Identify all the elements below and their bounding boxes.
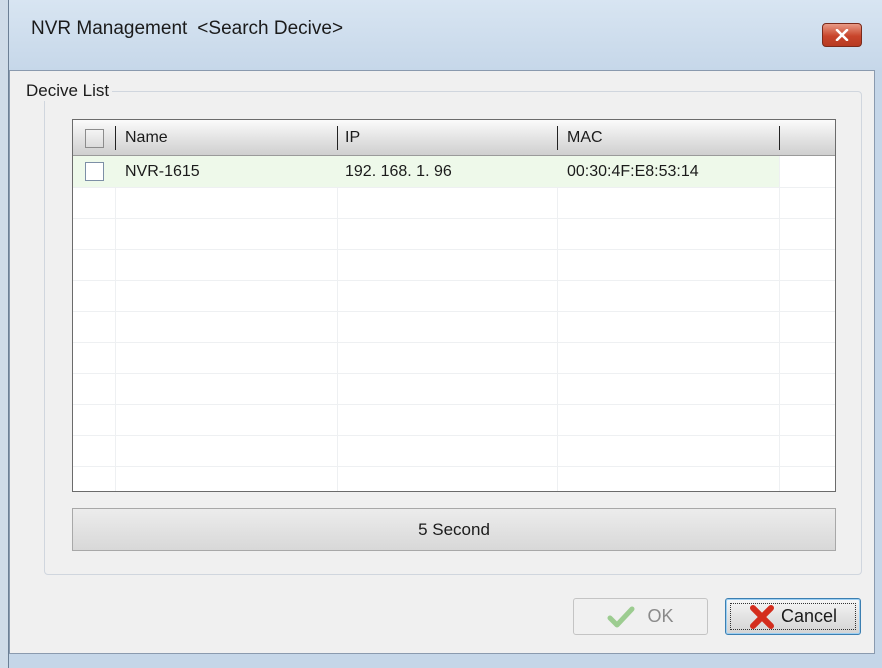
table-row[interactable]: NVR-1615 192. 168. 1. 96 00:30:4F:E8:53:… — [73, 156, 779, 187]
grid-line — [73, 435, 835, 436]
select-all-checkbox[interactable] — [85, 128, 104, 148]
device-list-table[interactable]: Name IP MAC NVR-1615 192. 168. 1. 96 00:… — [72, 119, 836, 492]
grid-line — [73, 404, 835, 405]
grid-line — [73, 280, 835, 281]
grid-line — [73, 342, 835, 343]
cancel-button[interactable]: Cancel — [725, 598, 861, 635]
checkmark-icon — [607, 605, 635, 629]
grid-line — [779, 156, 780, 491]
column-divider[interactable] — [115, 126, 116, 150]
grid-line — [73, 218, 835, 219]
column-header-mac[interactable]: MAC — [567, 120, 603, 156]
table-body: NVR-1615 192. 168. 1. 96 00:30:4F:E8:53:… — [73, 156, 835, 491]
table-header: Name IP MAC — [73, 120, 835, 156]
cell-mac: 00:30:4F:E8:53:14 — [567, 162, 699, 180]
grid-line — [73, 373, 835, 374]
window-title: NVR Management <Search Decive> — [31, 18, 343, 40]
select-all-cell — [85, 120, 104, 156]
column-header-ip[interactable]: IP — [345, 120, 360, 156]
title-bar[interactable]: NVR Management <Search Decive> — [9, 0, 882, 70]
column-divider[interactable] — [779, 126, 780, 150]
column-divider[interactable] — [557, 126, 558, 150]
grid-line — [557, 156, 558, 491]
cell-name: NVR-1615 — [125, 162, 200, 180]
grid-line — [73, 311, 835, 312]
search-countdown-bar: 5 Second — [72, 508, 836, 551]
window-subtitle: <Search Decive> — [197, 18, 344, 39]
grid-line — [115, 156, 116, 491]
window-title-text: NVR Management — [31, 18, 188, 39]
countdown-text: 5 Second — [418, 519, 490, 539]
close-button[interactable] — [822, 23, 862, 47]
grid-line — [73, 466, 835, 467]
grid-line — [73, 187, 835, 188]
dialog-body: Decive List Name IP MAC NVR-1615 192. 16… — [9, 70, 875, 654]
close-icon — [835, 29, 849, 41]
grid-line — [337, 156, 338, 491]
column-header-name[interactable]: Name — [125, 120, 168, 156]
nvr-management-dialog: NVR Management <Search Decive> Decive Lis… — [8, 0, 882, 668]
cell-ip: 192. 168. 1. 96 — [345, 162, 452, 180]
grid-line — [73, 249, 835, 250]
focus-indicator — [730, 603, 856, 630]
row-checkbox-cell — [85, 156, 104, 187]
row-checkbox[interactable] — [85, 162, 104, 181]
ok-button-label: OK — [647, 606, 674, 626]
column-divider[interactable] — [337, 126, 338, 150]
ok-button[interactable]: OK — [573, 598, 708, 635]
device-list-group-label: Decive List — [23, 81, 113, 101]
